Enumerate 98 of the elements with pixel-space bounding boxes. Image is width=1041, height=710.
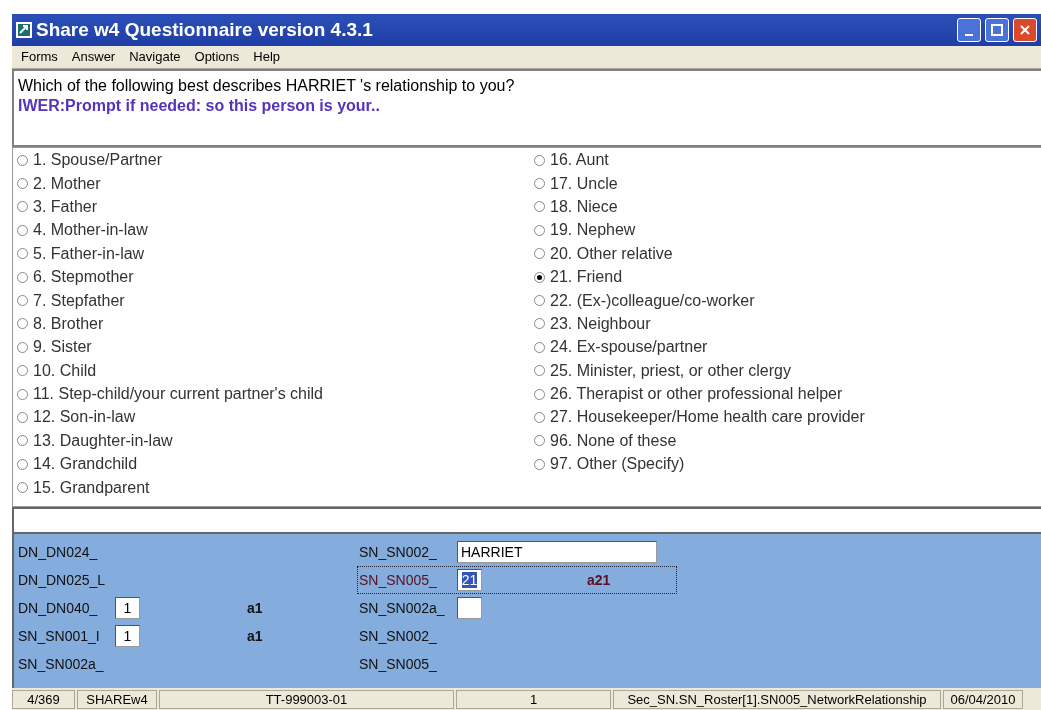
radio-button[interactable]	[17, 411, 28, 423]
field-label: SN_SN002_	[359, 543, 438, 560]
field-label: DN_DN025_L	[18, 571, 107, 588]
radio-option[interactable]: 3. Father	[17, 195, 534, 219]
radio-button[interactable]	[17, 295, 28, 306]
radio-option[interactable]: 18. Niece	[534, 195, 1041, 219]
field-label: SN_SN005_	[359, 655, 438, 672]
status-cell: SHAREw4	[77, 690, 157, 710]
menu-item[interactable]: Options	[187, 49, 247, 65]
answer-code: a21	[587, 571, 611, 588]
radio-option[interactable]: 97. Other (Specify)	[534, 452, 1041, 476]
radio-option[interactable]: 13. Daughter-in-law	[17, 429, 534, 453]
status-cell: 4/369	[12, 690, 75, 710]
radio-button[interactable]	[534, 201, 545, 213]
status-cell: 06/04/2010	[943, 690, 1023, 710]
input-field[interactable]: 1	[115, 596, 140, 619]
radio-button[interactable]	[17, 201, 28, 213]
radio-button[interactable]	[534, 248, 545, 260]
radio-option[interactable]: 2. Mother	[17, 171, 534, 196]
radio-button[interactable]	[534, 154, 545, 166]
field-label: SN_SN002a_	[359, 599, 446, 616]
radio-option[interactable]: 4. Mother-in-law	[17, 218, 534, 243]
radio-option[interactable]: 6. Stepmother	[17, 265, 534, 289]
minimize-icon	[965, 33, 973, 36]
radio-button[interactable]	[17, 458, 28, 470]
radio-button[interactable]	[17, 248, 28, 260]
input-field[interactable]: 21	[457, 568, 482, 591]
field-label: DN_DN024_	[18, 543, 99, 560]
radio-option[interactable]: 9. Sister	[17, 335, 534, 359]
radio-button[interactable]	[17, 341, 28, 353]
radio-option[interactable]: 17. Uncle	[534, 171, 1041, 196]
radio-option[interactable]: 1. Spouse/Partner	[17, 148, 534, 172]
radio-option[interactable]: 23. Neighbour	[534, 312, 1041, 336]
radio-option[interactable]: 12. Son-in-law	[17, 405, 534, 430]
minimize-button[interactable]	[957, 17, 981, 42]
radio-option[interactable]: 15. Grandparent	[17, 475, 534, 500]
radio-button[interactable]	[534, 411, 545, 423]
radio-button[interactable]	[534, 178, 545, 190]
answer-field[interactable]	[12, 506, 1041, 534]
radio-button[interactable]	[17, 224, 28, 236]
radio-option[interactable]: 19. Nephew	[534, 218, 1041, 243]
radio-button[interactable]	[534, 435, 545, 447]
radio-button[interactable]	[17, 365, 28, 377]
maximize-icon	[991, 23, 1003, 36]
radio-option[interactable]: 25. Minister, priest, or other clergy	[534, 359, 1041, 383]
answer-code: a1	[247, 627, 263, 644]
radio-option[interactable]: 7. Stepfather	[17, 288, 534, 313]
radio-button[interactable]	[17, 435, 28, 447]
radio-option[interactable]: 5. Father-in-law	[17, 242, 534, 266]
radio-option[interactable]: 8. Brother	[17, 312, 534, 336]
radio-option[interactable]: 11. Step-child/your current partner's child	[17, 382, 534, 406]
radio-button[interactable]	[534, 271, 545, 283]
radio-button[interactable]	[17, 271, 28, 283]
menu-item[interactable]: Answer	[64, 49, 123, 65]
radio-button[interactable]	[534, 318, 545, 330]
input-field[interactable]: HARRIET	[457, 540, 657, 563]
close-icon	[1019, 23, 1031, 36]
radio-button[interactable]	[534, 295, 545, 306]
radio-button[interactable]	[17, 318, 28, 330]
radio-option[interactable]: 26. Therapist or other professional helper	[534, 382, 1041, 406]
input-field[interactable]: 1	[115, 624, 140, 647]
field-label: SN_SN001_I	[18, 627, 101, 644]
field-label: SN_SN005_	[359, 571, 438, 588]
radio-option[interactable]: 10. Child	[17, 359, 534, 383]
field-label: SN_SN002_	[359, 627, 438, 644]
radio-option[interactable]: 24. Ex-spouse/partner	[534, 335, 1041, 359]
answer-code: a1	[247, 599, 263, 616]
radio-button[interactable]	[17, 388, 28, 400]
radio-button[interactable]	[17, 178, 28, 190]
radio-option[interactable]: 27. Housekeeper/Home health care provider	[534, 405, 1041, 430]
radio-option[interactable]: 22. (Ex-)colleague/co-worker	[534, 288, 1041, 313]
radio-option[interactable]: 14. Grandchild	[17, 452, 534, 476]
radio-button[interactable]	[534, 341, 545, 353]
input-field[interactable]	[457, 596, 482, 619]
menu-item[interactable]: Forms	[14, 49, 65, 65]
radio-option[interactable]: 21. Friend	[534, 265, 1041, 289]
radio-option[interactable]: 16. Aunt	[534, 148, 1041, 172]
window-title: Share w4 Questionnaire version 4.3.1	[36, 18, 374, 41]
radio-option[interactable]: 96. None of these	[534, 429, 1041, 453]
radio-button[interactable]	[534, 388, 545, 400]
menu-item[interactable]: Navigate	[122, 49, 188, 65]
radio-option[interactable]: 20. Other relative	[534, 242, 1041, 266]
menu-item[interactable]: Help	[246, 49, 288, 65]
status-cell: Sec_SN.SN_Roster[1].SN005_NetworkRelationship	[613, 690, 941, 710]
status-cell: 1	[456, 690, 611, 710]
radio-button[interactable]	[534, 458, 545, 470]
radio-button[interactable]	[17, 154, 28, 166]
radio-button[interactable]	[17, 482, 28, 494]
field-label: SN_SN002a_	[18, 655, 105, 672]
radio-button[interactable]	[534, 365, 545, 377]
maximize-button[interactable]	[985, 17, 1009, 42]
close-button[interactable]	[1013, 17, 1037, 42]
field-label: DN_DN040_	[18, 599, 99, 616]
interviewer-instruction: IWER:Prompt if needed: so this person is your..	[18, 96, 381, 115]
radio-button[interactable]	[534, 224, 545, 236]
status-cell: TT-999003-01	[159, 690, 454, 710]
question-text: Which of the following best describes HARRIET 's relationship to you?	[18, 76, 516, 95]
app-icon	[16, 21, 32, 38]
